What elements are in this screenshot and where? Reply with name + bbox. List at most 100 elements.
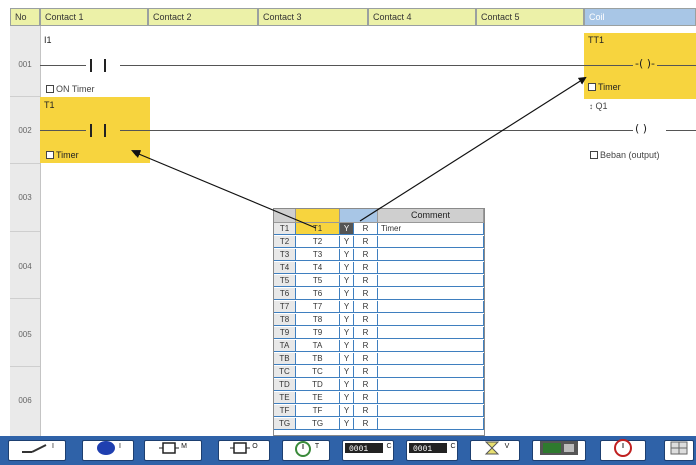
row-number-003: 003 [18, 193, 32, 202]
switch-icon [20, 441, 50, 460]
popup-cell-tag: TD [296, 379, 340, 390]
header-contact-4[interactable]: Contact 4 [368, 8, 476, 26]
toolbar-button-superscript: I [119, 443, 121, 450]
popup-cell-num: T5 [274, 275, 296, 286]
toolbar-button-counter[interactable]: 0001 C [342, 440, 394, 461]
up-down-arrow-icon[interactable]: ↕ [589, 102, 593, 111]
popup-row[interactable]: T1 T1 Y R Timer [274, 223, 484, 235]
popup-cell-num: TE [274, 392, 296, 403]
rung-1-coil-symbol[interactable]: -( )- [633, 57, 658, 70]
popup-cell-flag: R [354, 405, 378, 416]
popup-cell-tag: T7 [296, 301, 340, 312]
toolbar-button-display[interactable] [532, 440, 586, 461]
popup-cell-comment [378, 366, 484, 377]
popup-row[interactable]: T6 T6 Y R [274, 288, 484, 300]
popup-cell-num: T3 [274, 249, 296, 260]
popup-row[interactable]: T8 T8 Y R [274, 314, 484, 326]
popup-row[interactable]: T3 T3 Y R [274, 249, 484, 261]
popup-cell-num: TC [274, 366, 296, 377]
output-block-icon [230, 440, 251, 461]
header-contact-3[interactable]: Contact 3 [258, 8, 368, 26]
row-number-006: 006 [18, 396, 32, 405]
popup-cell-num: T1 [274, 223, 296, 234]
toolbar-button-timer[interactable]: T [282, 440, 330, 461]
row-divider [10, 163, 40, 164]
rung-2-coil-tag: ↕ Q1 [589, 101, 608, 111]
toolbar-button-hourglass[interactable]: V [470, 440, 520, 461]
popup-row[interactable]: TA TA Y R [274, 340, 484, 352]
toolbar-button-output-block[interactable]: O [218, 440, 270, 461]
popup-cell-num: TB [274, 353, 296, 364]
toolbar-button-clock[interactable] [600, 439, 646, 461]
popup-cell-flag: R [354, 392, 378, 403]
popup-row[interactable]: T2 T2 Y R [274, 236, 484, 248]
popup-cell-comment [378, 327, 484, 338]
popup-cell-flag: R [354, 223, 378, 234]
checkbox-icon[interactable] [46, 151, 54, 159]
toolbar-button-superscript: T [314, 443, 320, 450]
toolbar-button-blue-circle[interactable]: I [82, 440, 134, 461]
popup-cell-comment [378, 353, 484, 364]
toolbar-button-grid[interactable] [664, 440, 694, 461]
dropdown-arrow-icon[interactable] [131, 150, 141, 156]
header-contact-2[interactable]: Contact 2 [148, 8, 258, 26]
popup-cell-num: T6 [274, 288, 296, 299]
popup-cell-flag: R [354, 353, 378, 364]
popup-cell-tag: T1 [296, 223, 340, 234]
rung-2-contact[interactable] [86, 124, 120, 137]
grid-icon [669, 440, 689, 461]
toolbar-button-superscript: C [450, 443, 456, 450]
row-number-004: 004 [18, 262, 32, 271]
popup-row[interactable]: T7 T7 Y R [274, 301, 484, 313]
display-icon [539, 440, 579, 461]
popup-row[interactable]: T4 T4 Y R [274, 262, 484, 274]
popup-cell-type: Y [340, 379, 354, 390]
row-number-005: 005 [18, 330, 32, 339]
popup-cell-num: T4 [274, 262, 296, 273]
popup-cell-tag: T6 [296, 288, 340, 299]
popup-header-type [340, 209, 378, 223]
popup-cell-tag: TB [296, 353, 340, 364]
header-no: No [10, 8, 40, 26]
popup-cell-flag: R [354, 249, 378, 260]
checkbox-icon[interactable] [590, 151, 598, 159]
popup-row[interactable]: TF TF Y R [274, 405, 484, 417]
popup-cell-tag: TC [296, 366, 340, 377]
popup-cell-tag: TG [296, 418, 340, 429]
popup-row[interactable]: TC TC Y R [274, 366, 484, 378]
toolbar-button-superscript: M [181, 443, 187, 450]
toolbar-button-counter-2[interactable]: 0001 C [406, 440, 458, 461]
popup-header-tag [296, 209, 340, 223]
checkbox-icon[interactable] [588, 83, 596, 91]
device-list-popup[interactable]: Comment T1 T1 Y R Timer T2 T2 Y R T3 T3 Y R T4 T4 Y R T5 T… [273, 208, 485, 436]
popup-row[interactable]: T5 T5 Y R [274, 275, 484, 287]
popup-row[interactable]: TB TB Y R [274, 353, 484, 365]
popup-row[interactable]: T9 T9 Y R [274, 327, 484, 339]
header-contact-5[interactable]: Contact 5 [476, 8, 584, 26]
header-contact-1[interactable]: Contact 1 [40, 8, 148, 26]
rung-2-coil-symbol[interactable]: ( ) [633, 122, 650, 135]
row-divider [10, 231, 40, 232]
popup-header-comment: Comment [378, 209, 484, 223]
bottom-toolbar: I I M O T 0001 C 0001 C V [0, 436, 696, 465]
header-coil[interactable]: Coil [584, 8, 696, 26]
rung-2-wire-end [666, 130, 696, 131]
popup-cell-type: Y [340, 275, 354, 286]
toolbar-button-switch[interactable]: I [8, 440, 66, 461]
popup-cell-tag: T8 [296, 314, 340, 325]
popup-cell-num: T7 [274, 301, 296, 312]
popup-cell-comment [378, 418, 484, 429]
popup-cell-type: Y [340, 405, 354, 416]
memory-block-icon [159, 440, 180, 461]
checkbox-icon[interactable] [46, 85, 54, 93]
rung-1-coil-tag: TT1 [588, 35, 605, 45]
popup-row[interactable]: TD TD Y R [274, 379, 484, 391]
rung-1-contact[interactable] [86, 59, 120, 72]
popup-cell-type: Y [340, 366, 354, 377]
popup-row[interactable]: TG TG Y R [274, 418, 484, 430]
toolbar-button-memory-block[interactable]: M [144, 440, 202, 461]
popup-cell-comment [378, 301, 484, 312]
popup-cell-comment [378, 405, 484, 416]
popup-row[interactable]: TE TE Y R [274, 392, 484, 404]
popup-cell-comment [378, 262, 484, 273]
